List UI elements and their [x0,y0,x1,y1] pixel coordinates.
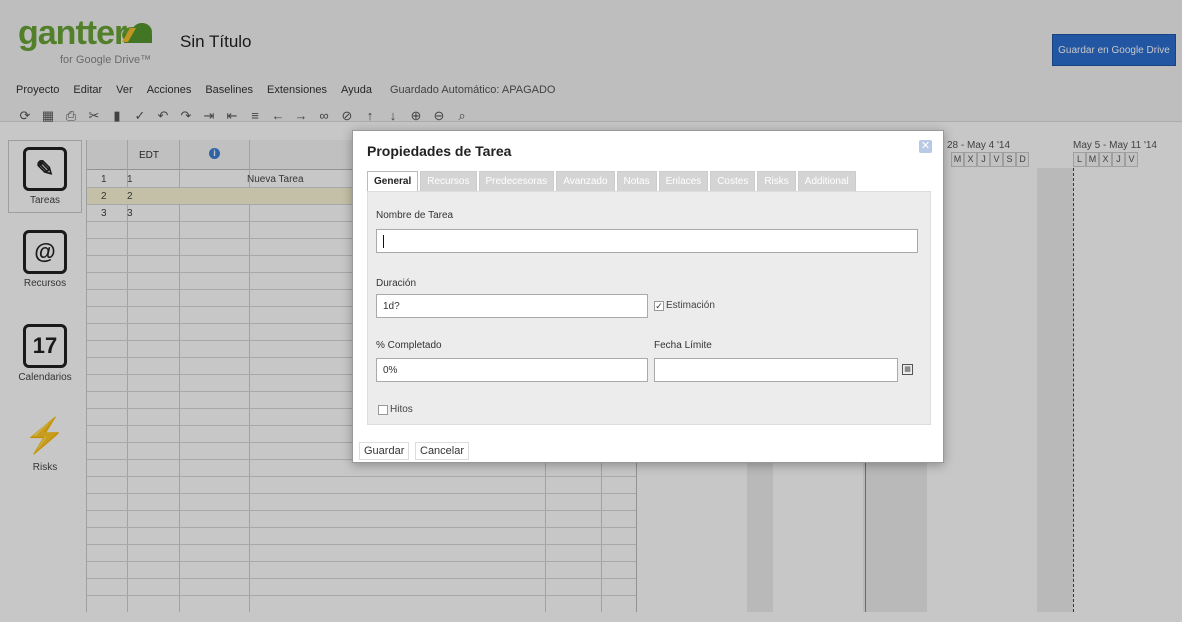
text-cursor [383,235,384,248]
deadline-label: Fecha Límite [654,340,712,351]
tab-recursos[interactable]: Recursos [420,171,477,191]
estimate-label: Estimación [666,300,715,311]
duration-field[interactable]: 1d? [376,294,648,318]
duration-label: Duración [376,278,417,289]
estimate-checkbox[interactable]: ✓ Estimación [654,300,715,311]
task-name-label: Nombre de Tarea [376,210,454,221]
tab-risks[interactable]: Risks [757,171,796,191]
tab-costes[interactable]: Costes [710,171,756,191]
task-name-field[interactable] [376,229,918,253]
percent-complete-field[interactable]: 0% [376,358,648,382]
save-button[interactable]: Guardar [359,442,410,460]
tab-notas[interactable]: Notas [616,171,657,191]
general-panel: Nombre de Tarea Duración 1d? ✓ Estimació… [367,191,931,425]
dialog-title: Propiedades de Tarea [367,143,512,159]
dialog-tabs: General Recursos Predecesoras Avanzado N… [367,171,856,191]
milestone-label: Hitos [390,404,413,415]
tab-general[interactable]: General [367,171,419,191]
tab-additional[interactable]: Additional [797,171,856,191]
close-icon[interactable]: ✕ [919,140,932,153]
tab-avanzado[interactable]: Avanzado [556,171,615,191]
milestone-checkbox[interactable]: Hitos [378,404,413,415]
complete-label: % Completado [376,340,442,351]
cancel-button[interactable]: Cancelar [415,442,470,460]
checkbox-unchecked-icon [378,404,388,415]
deadline-field[interactable] [654,358,898,382]
task-properties-dialog: Propiedades de Tarea ✕ General Recursos … [352,130,944,463]
checkbox-checked-icon: ✓ [654,300,664,311]
tab-enlaces[interactable]: Enlaces [658,171,709,191]
calendar-picker-icon[interactable]: ▦ [902,364,913,375]
tab-predecesoras[interactable]: Predecesoras [478,171,555,191]
